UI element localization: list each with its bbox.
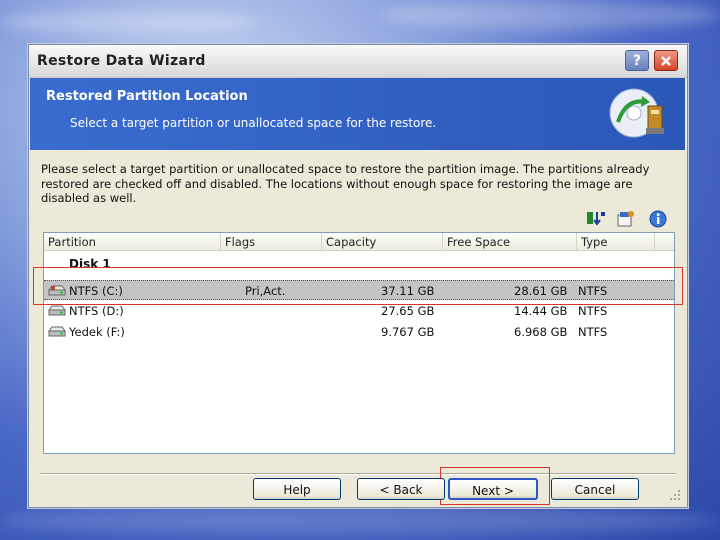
title-bar[interactable]: Restore Data Wizard ? [29,45,687,78]
properties-icon[interactable] [616,210,636,228]
background-streak [0,508,720,534]
wizard-body: Please select a target partition or unal… [30,150,685,506]
header-subtitle: Select a target partition or unallocated… [70,116,437,130]
partition-free-space: 6.968 GB [514,325,568,339]
column-header-type[interactable]: Type [577,233,655,251]
help-icon[interactable]: ? [625,50,649,71]
partition-name: NTFS (D:) [69,304,124,318]
partition-type: NTFS [578,325,608,339]
partition-list[interactable]: Partition Flags Capacity Free Space Type… [43,232,675,454]
wizard-header: Restored Partition Location Select a tar… [30,78,685,150]
column-header-partition[interactable]: Partition [44,233,221,251]
partition-capacity: 9.767 GB [381,325,435,339]
background-streak [380,0,720,30]
partition-name: Yedek (F:) [69,325,125,339]
partition-capacity: 27.65 GB [381,304,435,318]
highlight-selected-row [33,267,683,305]
column-header-capacity[interactable]: Capacity [322,233,443,251]
instructions-text: Please select a target partition or unal… [41,162,650,205]
back-button[interactable]: < Back [357,478,445,500]
column-header-flags[interactable]: Flags [221,233,322,251]
help-button[interactable]: Help [253,478,341,500]
info-icon[interactable] [648,210,668,228]
next-button[interactable]: Next > [448,478,538,500]
close-icon[interactable] [654,50,678,71]
partition-type: NTFS [578,304,608,318]
button-separator [40,473,676,475]
drive-icon [48,305,66,316]
column-header-filler [655,233,674,251]
wizard-restore-icon [609,88,664,138]
column-header-free-space[interactable]: Free Space [443,233,577,251]
cancel-button[interactable]: Cancel [551,478,639,500]
window-title: Restore Data Wizard [37,53,206,69]
partition-free-space: 14.44 GB [514,304,568,318]
sort-icon[interactable] [586,210,606,228]
resize-grip-icon[interactable] [668,488,682,502]
background-streak [0,10,260,34]
header-title: Restored Partition Location [46,89,248,104]
table-row[interactable]: Yedek (F:) 9.767 GB 6.968 GB NTFS [44,322,674,342]
drive-icon [48,326,66,337]
